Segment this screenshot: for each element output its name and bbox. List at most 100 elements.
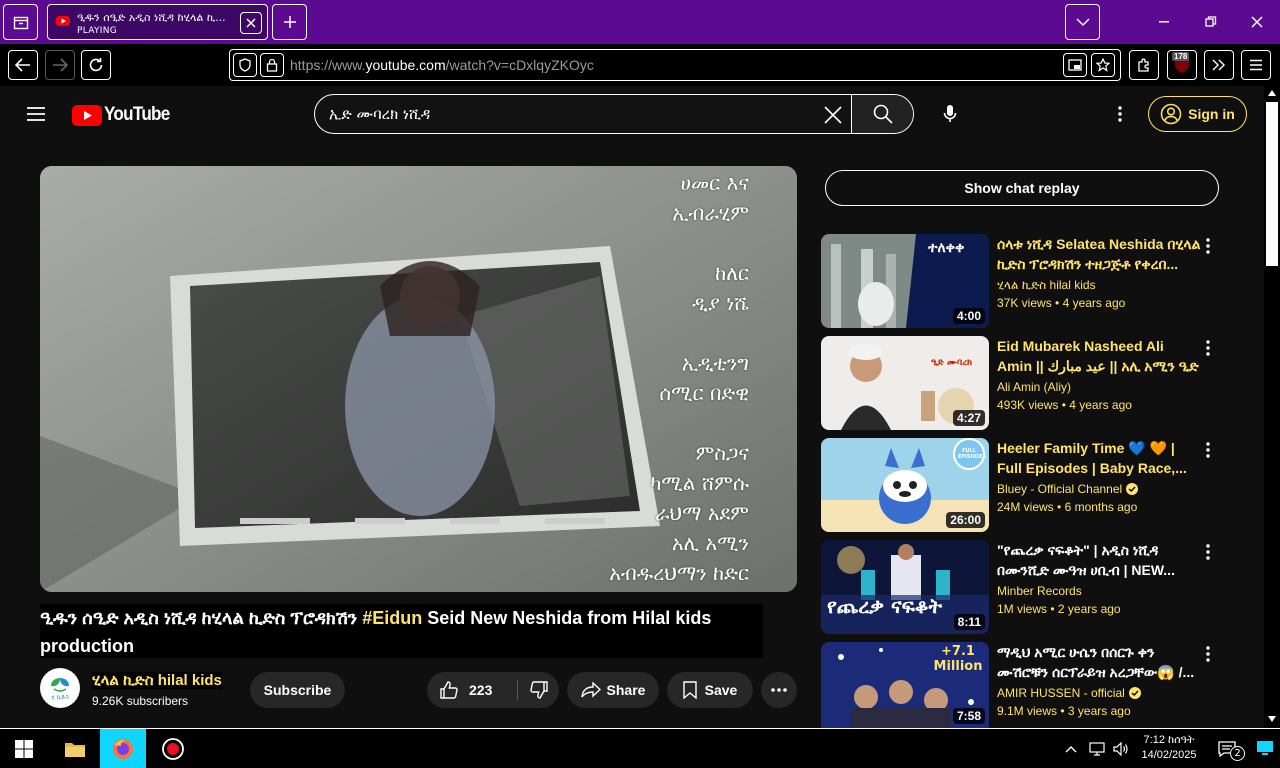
- recommendation-item[interactable]: ዒድ ሙባረክ 4:27 Eid Mubarek Nasheed Ali Ami…: [821, 336, 1221, 432]
- recommendation-title[interactable]: "የጨረቃ ናፍቆት" | አዲስ ነሺዳ በሙንሺድ ሙዓዝ ሀቢብ | NE…: [997, 540, 1202, 580]
- search-input[interactable]: ኢድ ሙባረክ ነሺዳ: [329, 105, 430, 123]
- recommendation-item[interactable]: FULL EPISODES 26:00 Heeler Family Time 💙…: [821, 438, 1221, 534]
- tracking-protection-button[interactable]: [233, 53, 257, 77]
- extensions-button[interactable]: [1129, 50, 1159, 80]
- channel-avatar[interactable]: ሂ ኪድስ: [40, 668, 80, 708]
- settings-menu-button[interactable]: [1110, 104, 1130, 124]
- action-center-button[interactable]: 2: [1208, 729, 1246, 768]
- volume-button[interactable]: [1109, 729, 1133, 768]
- recommendation-title[interactable]: ሰላቱ ነሺዳ Selatea Neshida በሂላል ኪድስ ፕሮዳክሽን …: [997, 234, 1202, 274]
- scroll-up-arrow-icon[interactable]: [1268, 90, 1276, 96]
- taskbar-file-explorer[interactable]: [52, 729, 98, 768]
- channel-name[interactable]: ሂላል ኪድስ hilal kids: [92, 672, 222, 689]
- page-scrollbar[interactable]: [1264, 86, 1280, 728]
- browser-tab-bar: ዒዱን ሰዒድ አዲስ ነሺዳ ከሂላል ኪ... PLAYING: [0, 0, 1280, 44]
- recommendation-channel[interactable]: AMIR HUSSEN - official: [997, 686, 1141, 700]
- network-button[interactable]: [1085, 729, 1109, 768]
- recommendation-channel[interactable]: Minber Records: [997, 584, 1082, 598]
- show-desktop-button[interactable]: [1256, 739, 1274, 757]
- taskbar-firefox[interactable]: [100, 729, 146, 768]
- app-menu-button[interactable]: [1241, 50, 1271, 80]
- back-button[interactable]: [8, 50, 38, 80]
- video-thumbnail[interactable]: +7.1 Million 7:58: [821, 642, 989, 728]
- tab-youtube-video[interactable]: ዒዱን ሰዒድ አዲስ ነሺዳ ከሂላል ኪ... PLAYING: [47, 4, 268, 40]
- windows-logo-icon: [15, 739, 33, 758]
- share-button[interactable]: Share: [567, 672, 659, 708]
- recommendation-menu-button[interactable]: [1206, 442, 1216, 458]
- thumbnail-caption: የጨረቃ ናፍቆት: [827, 594, 942, 618]
- minimize-button[interactable]: [1142, 0, 1188, 44]
- tab-overview-button[interactable]: [3, 4, 38, 40]
- search-button[interactable]: [851, 95, 913, 133]
- voice-search-button[interactable]: [938, 102, 962, 126]
- recommendation-meta: 9.1M views • 3 years ago: [997, 704, 1131, 718]
- scrollbar-thumb[interactable]: [1266, 102, 1278, 266]
- reload-button[interactable]: [81, 50, 111, 80]
- video-thumbnail[interactable]: ተለቀቀ 4:00: [821, 234, 989, 328]
- recommendation-menu-button[interactable]: [1206, 544, 1216, 560]
- recommendation-channel[interactable]: Ali Amin (Aliy): [997, 380, 1071, 394]
- thumbnail-caption: +7.1 Million: [933, 644, 983, 674]
- recommendation-channel[interactable]: ሂላል ኪድስ hilal kids: [997, 278, 1096, 293]
- scroll-down-arrow-icon[interactable]: [1268, 716, 1276, 722]
- clear-search-button[interactable]: [821, 103, 845, 127]
- tab-close-button[interactable]: [240, 12, 262, 34]
- url-text[interactable]: https://www.youtube.com/watch?v=cDxlqyZK…: [290, 57, 594, 73]
- thumbs-up-icon: [440, 681, 458, 699]
- close-icon: [1251, 16, 1263, 28]
- video-player[interactable]: ሀመር እና ኢብራሂም ከለር ዲያ ነሼ ኢዲቲንግ ሰሚር በድዊ ምስጋና ካሚ…: [40, 166, 797, 592]
- recommendation-meta: 37K views • 4 years ago: [997, 296, 1126, 310]
- start-button[interactable]: [0, 729, 48, 768]
- list-all-tabs-button[interactable]: [1065, 4, 1100, 40]
- video-thumbnail[interactable]: የጨረቃ ናፍቆት 8:11: [821, 540, 989, 634]
- show-chat-replay-button[interactable]: Show chat replay: [825, 170, 1219, 206]
- recommendation-menu-button[interactable]: [1206, 340, 1216, 356]
- bookmark-star-button[interactable]: [1091, 53, 1115, 77]
- star-icon: [1096, 58, 1110, 72]
- hamburger-icon: [27, 107, 45, 121]
- close-window-button[interactable]: [1234, 0, 1280, 44]
- youtube-logo[interactable]: YouTube: [72, 104, 177, 126]
- video-thumbnail[interactable]: FULL EPISODES 26:00: [821, 438, 989, 532]
- video-credits-overlay: ሀመር እና ኢብራሂም ከለር ዲያ ነሼ ኢዲቲንግ ሰሚር በድዊ ምስጋና ካሚ…: [608, 168, 749, 592]
- restore-button[interactable]: [1188, 0, 1234, 44]
- ublock-extension-button[interactable]: 178: [1167, 50, 1197, 80]
- recommendation-title[interactable]: Heeler Family Time 💙 🧡 | Full Episodes |…: [997, 438, 1202, 478]
- credit-line: ሀመር እና: [680, 171, 749, 195]
- like-button[interactable]: 223: [427, 672, 515, 708]
- taskbar-recorder[interactable]: [150, 729, 196, 768]
- recommendation-channel[interactable]: Bluey - Official Channel: [997, 482, 1139, 496]
- subscribe-label: Subscribe: [263, 682, 332, 698]
- url-bar[interactable]: https://www.youtube.com/watch?v=cDxlqyZK…: [229, 49, 1121, 81]
- video-title-hashtag[interactable]: #Eidun: [362, 608, 422, 628]
- subscribe-button[interactable]: Subscribe: [250, 672, 345, 708]
- more-actions-button[interactable]: [761, 672, 797, 708]
- recommendation-menu-button[interactable]: [1206, 238, 1216, 254]
- sign-in-button[interactable]: Sign in: [1148, 96, 1247, 132]
- more-tools-button[interactable]: [1204, 50, 1234, 80]
- forward-button[interactable]: [45, 50, 75, 80]
- picture-in-picture-button[interactable]: [1063, 53, 1087, 77]
- recommendation-title[interactable]: ማዲህ አሚር ሁሴን በሰርጉ ቀን ሙሽሮቹን ሰርፕራይዝ አረጋቸው😱 …: [997, 642, 1202, 682]
- search-box[interactable]: ኢድ ሙባረክ ነሺዳ: [314, 94, 914, 134]
- record-icon: [162, 737, 184, 760]
- hamburger-icon: [1250, 59, 1262, 71]
- like-dislike-group: 223: [427, 672, 559, 708]
- recommendation-item[interactable]: የጨረቃ ናፍቆት 8:11 "የጨረቃ ናፍቆት" | አዲስ ነሺዳ በሙን…: [821, 540, 1221, 636]
- arrow-left-icon: [15, 58, 30, 72]
- dislike-button[interactable]: [519, 672, 559, 708]
- recommendation-title[interactable]: Eid Mubarek Nasheed Ali Amin || عيد مبار…: [997, 336, 1202, 376]
- clock[interactable]: 7:12 ከሰዓት 14/02/2025: [1134, 733, 1204, 763]
- browser-navigation-bar: https://www.youtube.com/watch?v=cDxlqyZK…: [0, 44, 1280, 86]
- recommendation-item[interactable]: ተለቀቀ 4:00 ሰላቱ ነሺዳ Selatea Neshida በሂላል ኪ…: [821, 234, 1221, 330]
- credit-line: ዲያ ነሼ: [691, 291, 749, 315]
- recommendation-menu-button[interactable]: [1206, 646, 1216, 662]
- save-button[interactable]: Save: [667, 672, 753, 708]
- show-hidden-icons-button[interactable]: [1058, 729, 1084, 768]
- new-tab-button[interactable]: [272, 4, 307, 40]
- guide-menu-button[interactable]: [24, 102, 48, 126]
- site-info-button[interactable]: [260, 53, 284, 77]
- recommendation-item[interactable]: +7.1 Million 7:58 ማዲህ አሚር ሁሴን በሰርጉ ቀን ሙሽ…: [821, 642, 1221, 728]
- lock-icon: [266, 58, 278, 72]
- video-thumbnail[interactable]: ዒድ ሙባረክ 4:27: [821, 336, 989, 430]
